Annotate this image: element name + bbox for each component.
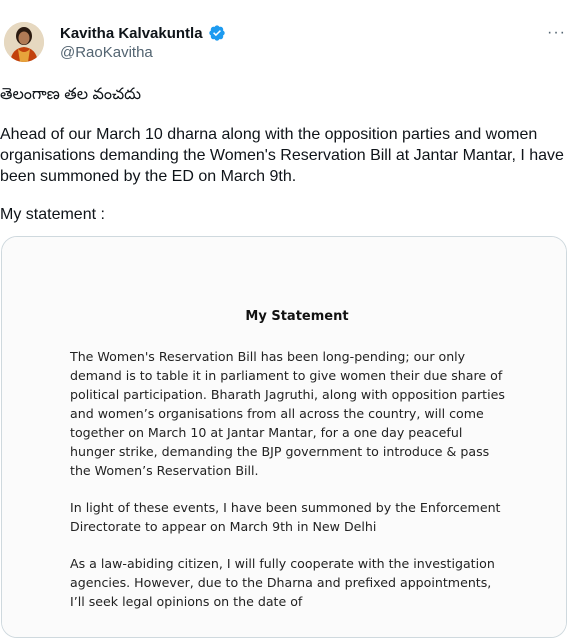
statement-paragraph: As a law-abiding citizen, I will fully c… <box>70 556 495 609</box>
statement-body: The Women's Reservation Bill has been lo… <box>70 347 510 629</box>
verified-badge-icon[interactable] <box>208 24 226 42</box>
attached-image[interactable]: My Statement The Women's Reservation Bil… <box>1 236 567 638</box>
author-handle[interactable]: @RaoKavitha <box>60 44 153 61</box>
more-horizontal-icon[interactable]: ··· <box>547 25 566 41</box>
avatar[interactable] <box>4 22 44 62</box>
statement-paragraph: The Women's Reservation Bill has been lo… <box>70 349 505 478</box>
statement-document: My Statement The Women's Reservation Bil… <box>2 237 566 637</box>
author-name-row: Kavitha Kalvakuntla <box>60 24 226 42</box>
author-name[interactable]: Kavitha Kalvakuntla <box>60 25 203 42</box>
tweet-line-telugu: తెలంగాణ తల వంచదు <box>0 86 142 103</box>
tweet-line-main: Ahead of our March 10 dharna along with … <box>0 126 564 185</box>
statement-paragraph: In light of these events, I have been su… <box>70 500 501 534</box>
tweet-line-statement: My statement : <box>0 206 105 223</box>
profile-photo <box>4 22 44 62</box>
statement-title: My Statement <box>245 309 349 324</box>
